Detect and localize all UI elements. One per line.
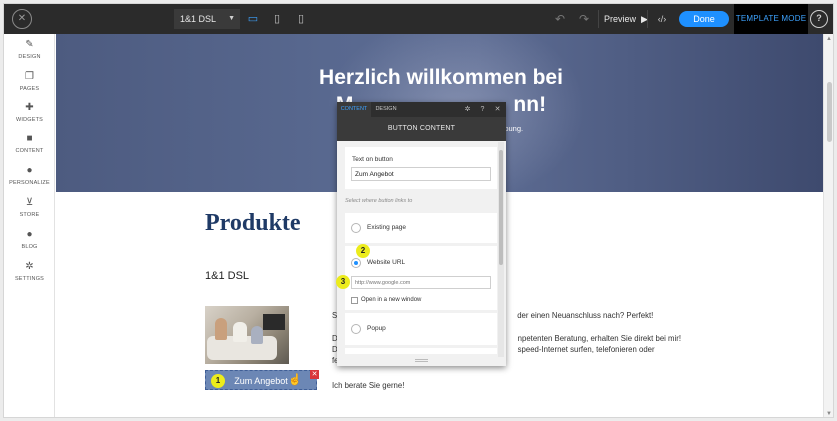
chevron-down-icon: ▼	[228, 15, 235, 22]
sidebar-item-content[interactable]: ■ CONTENT	[4, 133, 55, 154]
template-mode-button[interactable]: TEMPLATE MODE	[734, 4, 808, 34]
resize-grip-icon[interactable]	[415, 359, 428, 362]
sidebar-item-label: PAGES	[19, 86, 40, 92]
done-button[interactable]: Done	[679, 11, 729, 27]
scroll-thumb[interactable]	[827, 82, 832, 142]
cart-icon: ⊻	[25, 197, 34, 208]
text-fragment: speed-Internet surfen, telefonieren oder	[517, 345, 655, 354]
sidebar-item-pages[interactable]: ❐ PAGES	[4, 71, 55, 92]
step-marker-2: 2	[356, 244, 370, 258]
button-settings-panel: CONTENT DESIGN ✲ ? ✕ BUTTON CONTENT Text…	[337, 102, 506, 366]
brush-icon: ✎	[25, 39, 34, 50]
help-icon[interactable]: ?	[810, 10, 828, 28]
option-popup[interactable]: Popup	[345, 313, 497, 345]
plus-icon: ✚	[25, 102, 34, 113]
pointer-cursor-icon: ☝	[288, 374, 302, 386]
radio-existing-page[interactable]	[351, 223, 361, 233]
sidebar-item-label: WIDGETS	[15, 117, 44, 123]
text-fragment: npetenten Beratung, erhalten Sie direkt …	[517, 334, 682, 343]
panel-scrollbar[interactable]	[498, 142, 504, 357]
step-marker-1: 1	[211, 374, 225, 388]
step-marker-3: 3	[336, 275, 350, 289]
person-shape	[215, 318, 227, 340]
sidebar-item-label: SETTINGS	[14, 276, 45, 282]
page-select-value: 1&1 DSL	[180, 14, 217, 24]
tablet-view-icon[interactable]: ▯	[266, 8, 288, 30]
page-scrollbar[interactable]: ▲ ▼	[823, 34, 833, 417]
text-on-button-card: Text on button	[345, 147, 497, 189]
delete-widget-icon[interactable]: ✕	[310, 370, 319, 379]
person-shape	[251, 326, 263, 344]
person-shape	[233, 322, 247, 342]
sidebar-item-widgets[interactable]: ✚ WIDGETS	[4, 102, 55, 123]
sidebar-item-label: STORE	[19, 212, 40, 218]
gear-icon: ✲	[25, 261, 34, 272]
closing-text[interactable]: Ich berate Sie gerne!	[332, 380, 404, 391]
mobile-view-icon[interactable]: ▯	[290, 8, 312, 30]
scroll-up-icon[interactable]: ▲	[826, 36, 832, 42]
products-heading[interactable]: Produkte	[205, 210, 301, 237]
pages-icon: ❐	[25, 71, 34, 82]
toolbar-divider	[598, 10, 599, 28]
product-name[interactable]: 1&1 DSL	[205, 270, 249, 282]
app-logo-icon[interactable]: ✕	[12, 9, 32, 29]
sidebar-item-store[interactable]: ⊻ STORE	[4, 197, 55, 218]
sidebar-item-label: DESIGN	[18, 54, 41, 60]
radio-label: Existing page	[367, 224, 407, 231]
panel-title: BUTTON CONTENT	[337, 117, 506, 141]
toolbar-divider	[647, 10, 648, 28]
chat-icon: ●	[26, 229, 33, 240]
checkbox-label: Open in a new window	[361, 297, 422, 303]
panel-tab-bar: CONTENT DESIGN ✲ ? ✕	[337, 102, 506, 117]
preview-button[interactable]: Preview ▶	[604, 8, 648, 30]
text-fragment: der einen Neuanschluss nach? Perfekt!	[517, 311, 654, 320]
hero-title-fragment-b: nn!	[513, 93, 547, 116]
text-on-button-input[interactable]	[351, 167, 491, 181]
tab-content[interactable]: CONTENT	[337, 102, 371, 117]
option-existing-page[interactable]: Existing page	[345, 213, 497, 243]
preview-label: Preview	[604, 14, 637, 24]
top-toolbar: ✕ 1&1 DSL ▼ ▭ ▯ ▯ ↶ ↷ Preview ▶ ‹/› Done…	[4, 4, 833, 34]
sidebar-item-blog[interactable]: ● BLOG	[4, 229, 55, 250]
person-icon: ●	[26, 165, 33, 176]
product-image[interactable]	[205, 306, 289, 364]
code-icon[interactable]: ‹/›	[652, 8, 672, 30]
option-next	[345, 348, 497, 354]
radio-popup[interactable]	[351, 324, 361, 334]
radio-label: Website URL	[367, 259, 406, 266]
help-icon[interactable]: ?	[476, 102, 489, 117]
link-section-label: Select where button links to	[345, 198, 413, 204]
open-new-window-checkbox[interactable]	[351, 297, 358, 304]
folder-icon: ■	[26, 133, 33, 144]
sidebar-item-label: BLOG	[21, 244, 38, 250]
tv-shape	[263, 314, 285, 330]
editor-window: ✕ 1&1 DSL ▼ ▭ ▯ ▯ ↶ ↷ Preview ▶ ‹/› Done…	[3, 3, 834, 418]
page-select[interactable]: 1&1 DSL ▼	[174, 9, 240, 29]
scroll-down-icon[interactable]: ▼	[826, 411, 832, 417]
hero-title-line1: Herzlich willkommen bei	[319, 66, 563, 89]
text-on-button-label: Text on button	[352, 156, 393, 163]
sidebar: ✎ DESIGN ❐ PAGES ✚ WIDGETS ■ CONTENT ● P…	[4, 34, 55, 417]
gear-icon[interactable]: ✲	[461, 102, 474, 117]
undo-icon[interactable]: ↶	[550, 8, 570, 30]
close-icon[interactable]: ✕	[491, 102, 504, 117]
sidebar-item-label: PERSONALIZE	[9, 180, 50, 186]
sidebar-item-personalize[interactable]: ● PERSONALIZE	[4, 165, 55, 186]
desktop-view-icon[interactable]: ▭	[242, 8, 264, 30]
sidebar-item-settings[interactable]: ✲ SETTINGS	[4, 261, 55, 282]
panel-scroll-thumb[interactable]	[499, 150, 503, 265]
tab-design[interactable]: DESIGN	[372, 102, 400, 117]
website-url-input[interactable]	[351, 276, 491, 289]
radio-website-url[interactable]	[351, 258, 361, 268]
sidebar-item-label: CONTENT	[15, 148, 44, 154]
sidebar-item-design[interactable]: ✎ DESIGN	[4, 39, 55, 60]
redo-icon[interactable]: ↷	[574, 8, 594, 30]
radio-label: Popup	[367, 325, 386, 332]
